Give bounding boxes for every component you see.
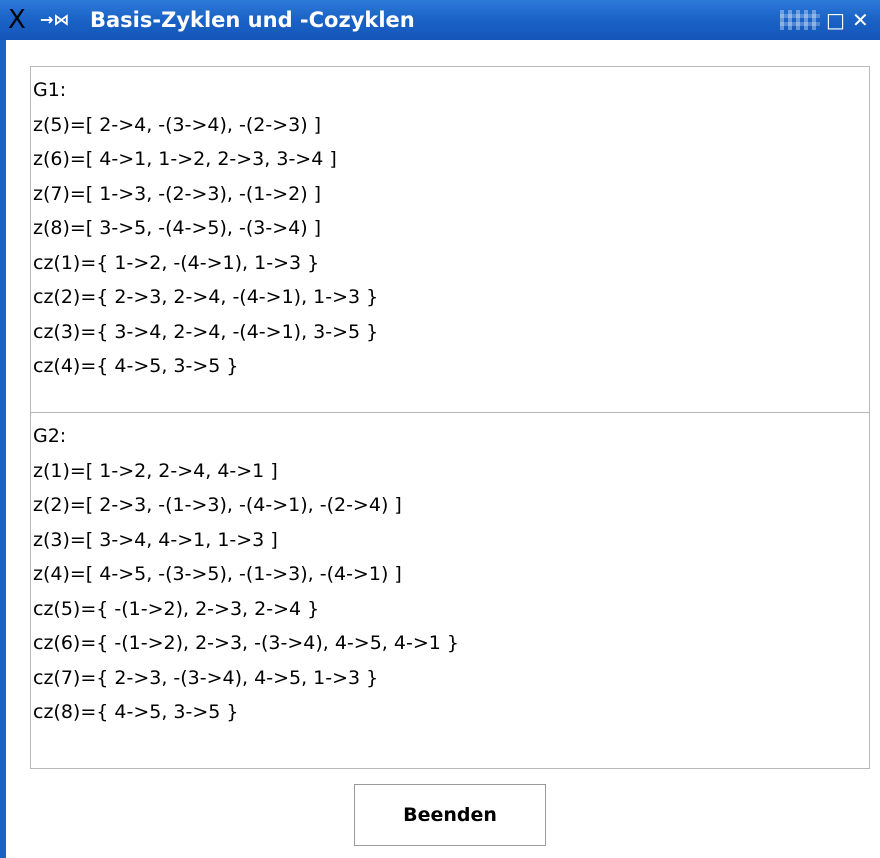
cycle-line: z(7)=[ 1->3, -(2->3), -(1->2) ] xyxy=(33,182,322,205)
maximize-icon[interactable]: □ xyxy=(826,0,845,40)
cycle-line: z(5)=[ 2->4, -(3->4), -(2->3) ] xyxy=(33,113,322,136)
window-title: Basis-Zyklen und -Cozyklen xyxy=(90,8,415,32)
window-left-border xyxy=(0,40,6,858)
graph-g2-lines: G2: z(1)=[ 1->2, 2->4, 4->1 ] z(2)=[ 2->3,… xyxy=(33,419,459,730)
graph-g2-panel: G2: z(1)=[ 1->2, 2->4, 4->1 ] z(2)=[ 2->3,… xyxy=(30,412,870,769)
pin-icon[interactable]: →⋈ xyxy=(40,0,69,40)
cycle-line: cz(3)={ 3->4, 2->4, -(4->1), 3->5 } xyxy=(33,320,379,343)
cycle-line: z(8)=[ 3->5, -(4->5), -(3->4) ] xyxy=(33,217,322,239)
cycle-line: cz(6)={ -(1->2), 2->3, -(3->4), 4->5, 4-… xyxy=(33,632,459,654)
cycle-line: z(1)=[ 1->2, 2->4, 4->1 ] xyxy=(33,459,278,482)
cycle-line: cz(4)={ 4->5, 3->5 } xyxy=(33,355,239,377)
cycle-line: z(3)=[ 3->4, 4->1, 1->3 ] xyxy=(33,528,278,551)
cycles-window: X →⋈ Basis-Zyklen und -Cozyklen □ ✕ G1: z… xyxy=(0,0,880,858)
close-icon[interactable]: ✕ xyxy=(852,0,869,40)
title-bar[interactable]: X →⋈ Basis-Zyklen und -Cozyklen □ ✕ xyxy=(0,0,880,40)
cycle-line: z(2)=[ 2->3, -(1->3), -(4->1), -(2->4) ] xyxy=(33,494,402,516)
graph-g1-lines: G1: z(5)=[ 2->4, -(3->4), -(2->3) ] z(6)=[… xyxy=(33,73,378,384)
cycle-line: cz(2)={ 2->3, 2->4, -(4->1), 1->3 } xyxy=(33,286,379,308)
cycle-line: z(4)=[ 4->5, -(3->5), -(1->3), -(4->1) ] xyxy=(33,563,402,585)
x-window-icon[interactable]: X xyxy=(8,0,26,40)
graph-heading: G2: xyxy=(33,425,67,447)
cycle-line: cz(1)={ 1->2, -(4->1), 1->3 } xyxy=(33,251,320,274)
graph-heading: G1: xyxy=(33,79,67,101)
cycle-line: cz(5)={ -(1->2), 2->3, 2->4 } xyxy=(33,597,320,620)
cycle-line: cz(8)={ 4->5, 3->5 } xyxy=(33,701,239,723)
quit-button[interactable]: Beenden xyxy=(354,784,546,846)
cycle-line: cz(7)={ 2->3, -(3->4), 4->5, 1->3 } xyxy=(33,666,379,689)
cycle-line: z(6)=[ 4->1, 1->2, 2->3, 3->4 ] xyxy=(33,148,337,170)
titlebar-pattern xyxy=(780,10,820,30)
graph-g1-panel: G1: z(5)=[ 2->4, -(3->4), -(2->3) ] z(6)=[… xyxy=(30,66,870,413)
